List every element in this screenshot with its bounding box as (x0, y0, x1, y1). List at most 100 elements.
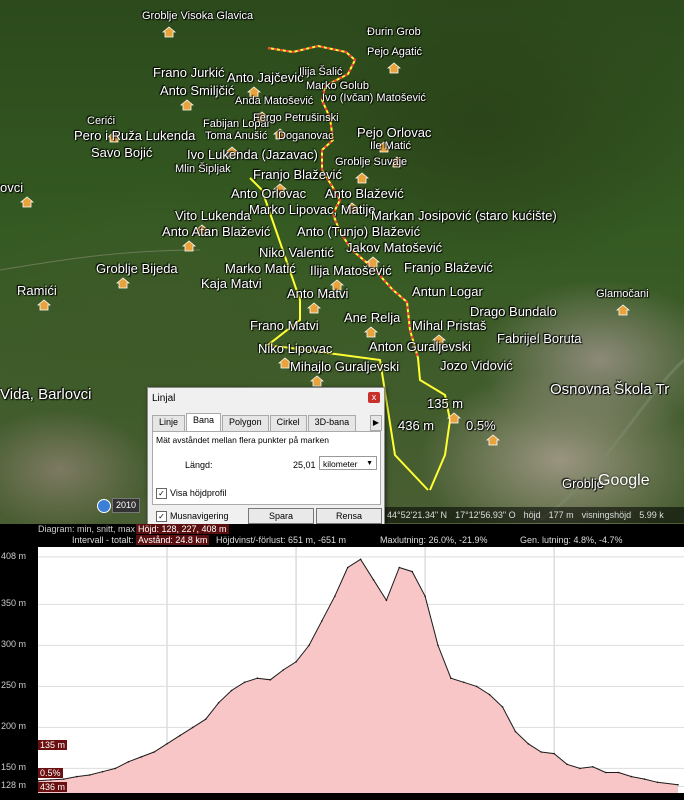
place-label[interactable]: Drago Bundalo (470, 304, 557, 319)
place-label[interactable]: Đurin Grob (367, 26, 421, 38)
place-label[interactable]: 436 m (398, 418, 434, 433)
place-label[interactable]: 135 m (427, 396, 463, 411)
place-label[interactable]: Groblje Bijeda (96, 261, 178, 276)
close-icon[interactable]: x (368, 392, 380, 403)
place-label[interactable]: Toma Anušić (205, 130, 267, 142)
elevation-point (230, 689, 233, 692)
elevation-point (527, 743, 530, 745)
house-icon[interactable] (616, 304, 630, 316)
house-icon[interactable] (37, 299, 51, 311)
mouse-nav-checkbox[interactable]: ✓ (156, 511, 167, 522)
place-label[interactable]: Marko Matić (225, 261, 296, 276)
place-label[interactable]: Ivo (Ivčan) Matošević (322, 92, 426, 104)
place-label[interactable]: Anto Matvi (287, 286, 348, 301)
elevation-point (88, 774, 91, 776)
elevation-point (50, 779, 52, 781)
tab-scroll-right-icon[interactable]: ▶ (370, 415, 382, 431)
place-label[interactable]: Jozo Vidović (440, 358, 513, 373)
house-icon[interactable] (355, 172, 369, 184)
place-label[interactable]: Savo Bojić (91, 145, 152, 160)
elevation-profile[interactable]: Diagram: min, snitt, max Höjd: 128, 227,… (0, 524, 684, 800)
elevation-point (514, 730, 517, 733)
place-label[interactable]: Frano Jurkić (153, 65, 225, 80)
house-icon[interactable] (20, 196, 34, 208)
house-icon[interactable] (364, 326, 378, 338)
house-icon[interactable] (180, 99, 194, 111)
elevation-point (450, 677, 452, 679)
place-label[interactable]: Kaja Matvi (201, 276, 262, 291)
clear-button[interactable]: Rensa (316, 508, 382, 524)
save-button[interactable]: Spara (248, 508, 314, 524)
place-label[interactable]: Anto Blažević (325, 186, 404, 201)
view-height-label: visningshöjd (581, 510, 632, 520)
elevation-point (63, 778, 65, 780)
elevation-point (140, 756, 142, 758)
place-label[interactable]: Pejo Agatić (367, 46, 422, 58)
place-label[interactable]: Mihajlo Guraljevski (290, 359, 399, 374)
compass-icon[interactable] (97, 499, 111, 513)
unit-select[interactable]: kilometer ▼ (319, 456, 377, 470)
place-label[interactable]: Ile Matić (370, 140, 411, 152)
house-icon[interactable] (116, 277, 130, 289)
place-label[interactable]: Niko Valentić (259, 245, 334, 260)
place-label[interactable]: Jakov Matošević (346, 240, 442, 255)
tab-bana[interactable]: Bana (186, 413, 222, 431)
house-icon[interactable] (486, 434, 500, 446)
house-icon[interactable] (447, 412, 461, 424)
place-label[interactable]: Groblje Visoka Glavica (142, 10, 253, 22)
year-indicator[interactable]: 2010 (112, 498, 140, 513)
house-icon[interactable] (310, 375, 324, 387)
place-label[interactable]: Anto Orlovac (231, 186, 306, 201)
place-label[interactable]: Ilija Šalić (299, 66, 342, 78)
place-label[interactable]: Anto Jajčević (227, 70, 304, 85)
place-label[interactable]: Cerići (87, 115, 115, 127)
place-label[interactable]: Glamočani (596, 288, 649, 300)
house-icon[interactable] (307, 302, 321, 314)
place-label[interactable]: Vito Lukenda (175, 208, 251, 223)
place-label[interactable]: Ramići (17, 283, 57, 298)
place-label[interactable]: Ane Relja (344, 310, 400, 325)
place-label[interactable]: ovci (0, 180, 23, 195)
place-label[interactable]: Marko Golub (306, 80, 369, 92)
place-label[interactable]: Mihal Pristaš (412, 318, 486, 333)
place-label[interactable]: Niko Lipovac (258, 341, 332, 356)
house-icon[interactable] (182, 240, 196, 252)
elevation-chart[interactable] (38, 547, 684, 793)
place-label[interactable]: Franjo Blažević (253, 167, 342, 182)
place-label[interactable]: Pero i Ruža Lukenda (74, 128, 195, 143)
elevation-point (204, 718, 207, 720)
place-label[interactable]: Doganovac (278, 130, 334, 142)
tab-cirkel[interactable]: Cirkel (269, 415, 307, 431)
house-icon[interactable] (162, 26, 176, 38)
place-label[interactable]: Antun Logar (412, 284, 483, 299)
elevation-point (101, 770, 104, 773)
place-label[interactable]: Fabrijel Boruta (497, 331, 582, 346)
place-label[interactable]: Anto (Tunjo) Blažević (297, 224, 420, 239)
place-label[interactable]: Pejo Orlovac (357, 125, 431, 140)
show-profile-checkbox[interactable]: ✓ (156, 488, 167, 499)
place-label[interactable]: Anto Smiljčić (160, 83, 234, 98)
tab-polygon[interactable]: Polygon (222, 415, 269, 431)
place-label[interactable]: 0.5% (466, 418, 496, 433)
place-label[interactable]: Marko Lipovac, Matije (249, 202, 375, 217)
elevation-point (437, 644, 439, 647)
map-view[interactable]: Groblje Visoka Glavica Đurin Grob Pejo Aga… (0, 0, 684, 524)
place-label[interactable]: Franjo Blažević (404, 260, 493, 275)
place-label[interactable]: Vida, Barlovci (0, 386, 91, 403)
house-icon[interactable] (387, 62, 401, 74)
place-label[interactable]: Fergo Petrušinski (253, 112, 339, 124)
place-label[interactable]: Ivo Lukenda (Jazavac) (187, 147, 318, 162)
place-label[interactable]: Mlin Šipljak (175, 163, 231, 175)
tab-linje[interactable]: Linje (152, 415, 186, 431)
place-label[interactable]: Frano Matvi (250, 318, 319, 333)
place-label[interactable]: Anda Matošević (235, 95, 313, 107)
place-label[interactable]: Osnovna Škola Tr (550, 381, 669, 398)
place-label[interactable]: Anton Guraljevski (369, 339, 471, 354)
elevation-point (282, 669, 284, 671)
place-label[interactable]: Anto Atan Blažević (162, 224, 270, 239)
place-label[interactable]: Ilija Matošević (310, 263, 392, 278)
place-label[interactable]: Groblje Suvaje (335, 156, 407, 168)
place-label[interactable]: Markan Josipović (staro kućište) (371, 208, 557, 223)
tab-3d-bana[interactable]: 3D-bana (307, 415, 357, 431)
elevation-point (424, 595, 426, 597)
